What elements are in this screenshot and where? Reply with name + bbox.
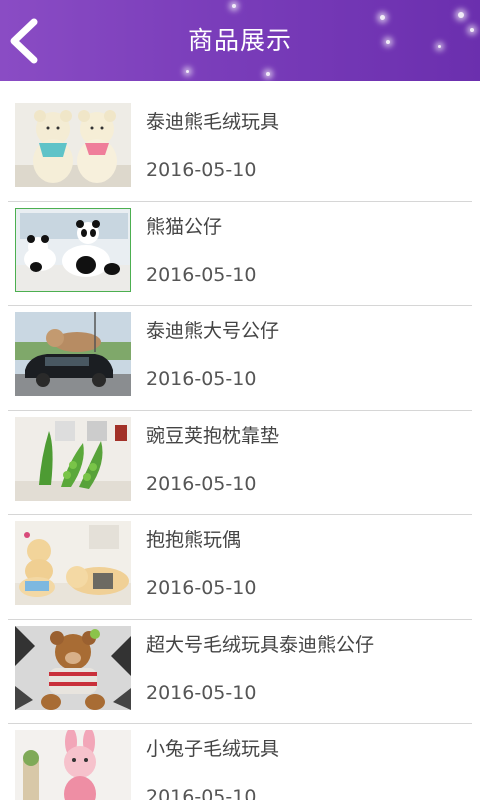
page-title: 商品展示 bbox=[187, 26, 292, 55]
product-name: 抱抱熊玩偶 bbox=[146, 529, 242, 551]
list-item[interactable]: 小兔子毛绒玩具 2016-05-10 bbox=[0, 724, 480, 800]
product-image-teddy-sweater bbox=[15, 625, 131, 710]
app-header: 商品展示 bbox=[0, 0, 480, 81]
product-image-lying-bears bbox=[15, 521, 131, 605]
product-date: 2016-05-10 bbox=[146, 786, 257, 800]
list-item[interactable]: 泰迪熊毛绒玩具 2016-05-10 bbox=[0, 97, 480, 202]
product-image-giant-teddy bbox=[15, 312, 131, 396]
product-name: 泰迪熊毛绒玩具 bbox=[146, 111, 280, 133]
product-name: 熊猫公仔 bbox=[146, 215, 223, 238]
list-item[interactable]: 泰迪熊大号公仔 2016-05-10 bbox=[0, 306, 480, 411]
list-item[interactable]: 熊猫公仔 2016-05-10 bbox=[0, 202, 480, 306]
product-date: 2016-05-10 bbox=[146, 472, 257, 495]
product-image-pea-pillow bbox=[15, 416, 131, 501]
product-image-pink-rabbit bbox=[15, 730, 131, 800]
product-name: 小兔子毛绒玩具 bbox=[146, 738, 280, 760]
product-date: 2016-05-10 bbox=[146, 263, 257, 286]
list-item[interactable]: 超大号毛绒玩具泰迪熊公仔 2016-05-10 bbox=[0, 620, 480, 724]
product-name: 豌豆荚抱枕靠垫 bbox=[146, 424, 280, 447]
product-date: 2016-05-10 bbox=[146, 681, 257, 704]
product-image-teddy-bears bbox=[15, 103, 131, 187]
product-name: 超大号毛绒玩具泰迪熊公仔 bbox=[146, 633, 375, 656]
list-item[interactable]: 豌豆荚抱枕靠垫 2016-05-10 bbox=[0, 411, 480, 515]
product-date: 2016-05-10 bbox=[146, 577, 257, 599]
product-name: 泰迪熊大号公仔 bbox=[146, 320, 280, 342]
product-image-panda bbox=[15, 207, 131, 292]
list-item[interactable]: 抱抱熊玩偶 2016-05-10 bbox=[0, 515, 480, 620]
product-date: 2016-05-10 bbox=[146, 159, 257, 181]
product-list: 泰迪熊毛绒玩具 2016-05-10 熊猫公仔 2016-05-10 泰迪熊大号… bbox=[0, 97, 480, 800]
product-date: 2016-05-10 bbox=[146, 368, 257, 390]
